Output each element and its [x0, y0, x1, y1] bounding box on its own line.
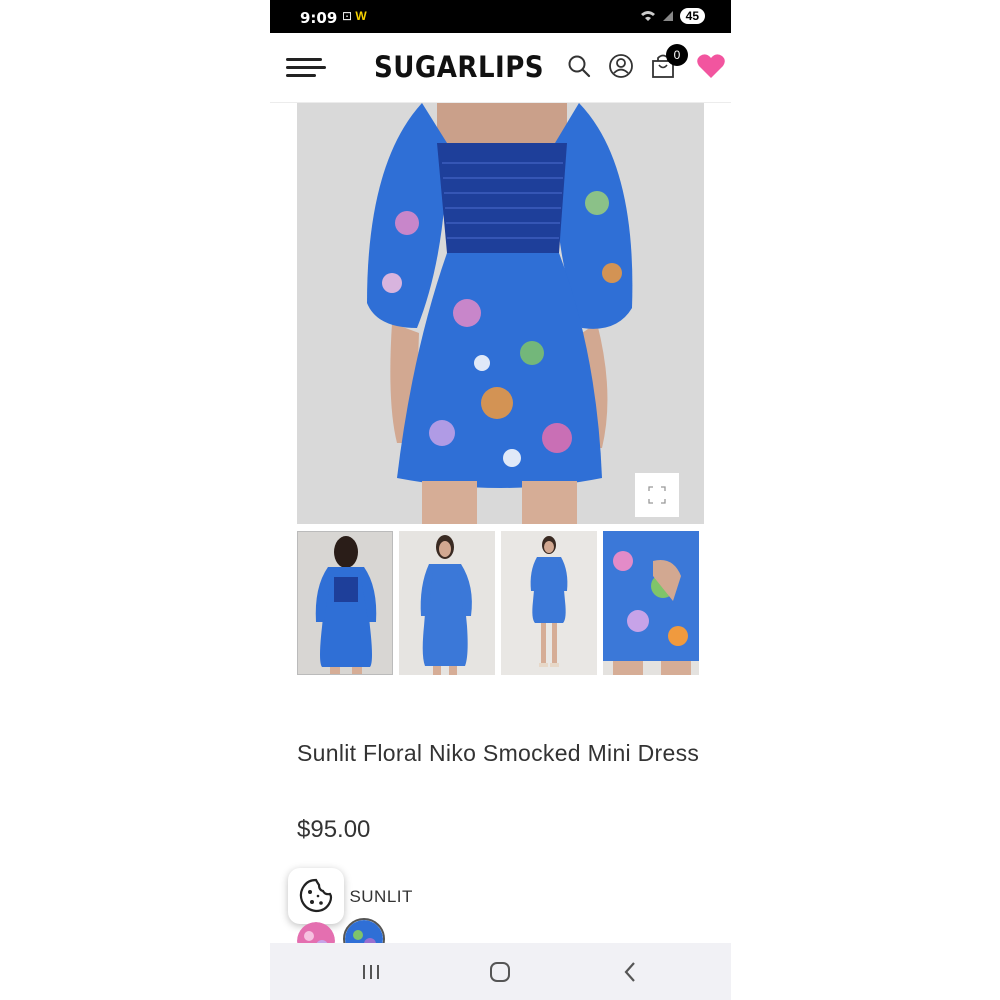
signal-icon [662, 11, 673, 21]
battery-indicator: 45 [679, 8, 705, 24]
screenshot-icon: ⊡ [342, 9, 353, 23]
thumbnail-3[interactable] [501, 531, 597, 675]
product-main-image[interactable] [297, 103, 704, 524]
thumbnail-back-image [298, 532, 392, 674]
w-app-icon: W [355, 9, 367, 23]
back-icon[interactable] [615, 957, 645, 987]
expand-icon [648, 486, 666, 504]
recent-apps-icon[interactable] [356, 957, 386, 987]
dress-back-view-image [297, 103, 704, 524]
menu-icon[interactable] [286, 56, 326, 80]
product-price: $95.00 [297, 816, 371, 843]
status-bar: 9:09 ⊡ W 45 [270, 0, 731, 33]
thumbnail-2[interactable] [399, 531, 495, 675]
thumbnail-detail-image [603, 531, 699, 675]
home-icon[interactable] [485, 957, 515, 987]
product-title: Sunlit Floral Niko Smocked Mini Dress [297, 740, 700, 766]
thumbnail-front-image [399, 531, 495, 675]
cart-count-badge: 0 [666, 44, 688, 66]
expand-image-button[interactable] [635, 473, 679, 517]
brand-logo[interactable]: SUGARLIPS [374, 50, 544, 84]
system-nav-bar [270, 943, 731, 1000]
account-icon[interactable] [608, 53, 634, 79]
cookie-settings-button[interactable] [288, 868, 344, 924]
status-right-icons: 45 [640, 8, 705, 24]
thumbnail-1[interactable] [297, 531, 393, 675]
phone-screen: 9:09 ⊡ W 45 SUGARLIPS 0 Sunlit Floral Ni… [270, 0, 731, 1000]
thumbnail-4[interactable] [603, 531, 699, 675]
status-left-icons: ⊡ W [342, 9, 367, 23]
status-time: 9:09 [300, 9, 338, 27]
wifi-icon [640, 11, 655, 21]
heart-icon[interactable] [696, 52, 726, 80]
site-header: SUGARLIPS 0 [270, 33, 731, 103]
thumbnail-full-body-image [501, 531, 597, 675]
search-icon[interactable] [566, 53, 592, 79]
cookie-icon [299, 878, 333, 913]
